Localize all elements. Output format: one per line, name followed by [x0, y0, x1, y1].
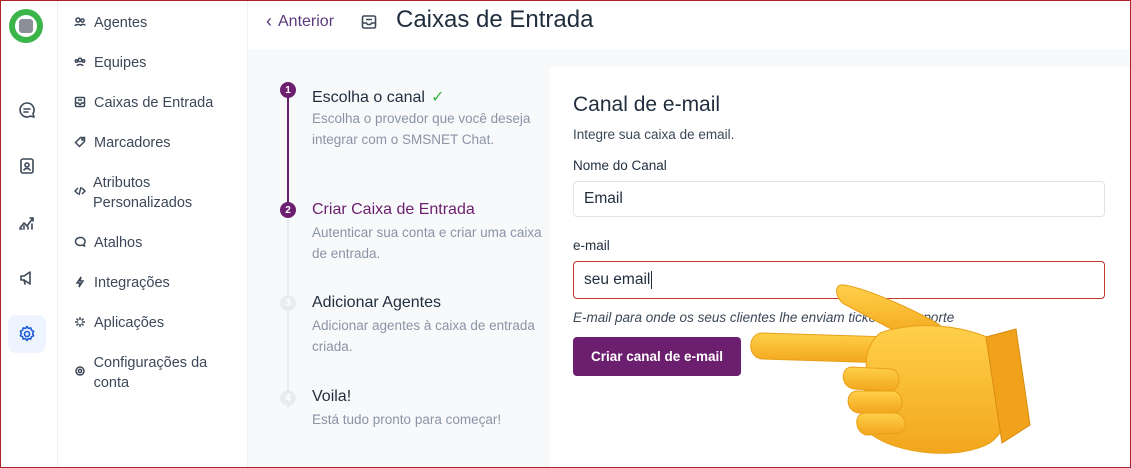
sidebar-item-label: Marcadores: [94, 135, 171, 151]
sidebar-item-integracoes[interactable]: Integrações: [74, 273, 242, 293]
channel-name-value: Email: [584, 190, 623, 207]
sidebar-item-atributos-personalizados[interactable]: Atributos Personalizados: [74, 173, 242, 213]
check-icon: ✓: [430, 89, 445, 106]
step-connector-done: [287, 91, 289, 211]
step-1-badge: 1: [280, 82, 296, 98]
create-email-channel-button[interactable]: Criar canal de e-mail: [573, 337, 741, 376]
code-icon: [74, 173, 87, 197]
settings-icon[interactable]: [8, 315, 46, 353]
reports-icon[interactable]: [8, 203, 46, 241]
sidebar-item-caixas-de-entrada[interactable]: Caixas de Entrada: [74, 93, 242, 113]
text-cursor: [651, 271, 653, 289]
step-3-badge: 3: [280, 295, 296, 311]
app-logo[interactable]: [9, 9, 43, 43]
sidebar-item-label: Integrações: [94, 275, 170, 291]
sidebar-item-label: Caixas de Entrada: [94, 95, 214, 111]
page-title: Caixas de Entrada: [396, 6, 594, 33]
step-3-title: Adicionar Agentes: [312, 294, 441, 311]
form-subtitle: Integre sua caixa de email.: [573, 127, 735, 142]
sidebar-item-atalhos[interactable]: Atalhos: [74, 233, 242, 253]
gear-icon: [74, 353, 88, 377]
inbox-icon: [360, 13, 378, 31]
settings-sidebar: Agentes Equipes Caixas de Entrada Marcad…: [58, 1, 248, 467]
step-4-badge: 4: [280, 390, 296, 406]
step-2-badge: 2: [280, 202, 296, 218]
bolt-icon: [74, 273, 88, 288]
sidebar-item-label: Aplicações: [94, 315, 165, 331]
sidebar-item-agentes[interactable]: Agentes: [74, 13, 242, 33]
step-connector-pending: [287, 219, 289, 409]
team-icon: [74, 53, 88, 68]
back-button[interactable]: ‹ Anterior: [266, 11, 334, 32]
chevron-left-icon: ‹: [266, 11, 272, 31]
step-3-description: Adicionar agentes à caixa de entrada cri…: [312, 318, 535, 354]
sidebar-item-label: Atributos Personalizados: [93, 175, 193, 211]
sparkle-icon: [74, 313, 88, 328]
email-value: seu email: [584, 271, 651, 288]
sidebar-item-label: Agentes: [94, 15, 148, 31]
step-1-title: Escolha o canal ✓: [312, 89, 445, 106]
sidebar-item-label: Atalhos: [94, 235, 143, 251]
campaigns-icon[interactable]: [8, 259, 46, 297]
sidebar-item-label: Configurações da conta: [93, 355, 208, 391]
channel-name-label: Nome do Canal: [573, 158, 667, 173]
inbox-icon: [74, 93, 88, 108]
step-1-description: Escolha o provedor que você deseja integ…: [312, 111, 531, 147]
step-4-title: Voila!: [312, 388, 352, 405]
sidebar-item-label: Equipes: [94, 55, 147, 71]
back-label: Anterior: [278, 12, 335, 30]
icon-rail: [1, 1, 58, 467]
conversations-icon[interactable]: [8, 91, 46, 129]
contacts-icon[interactable]: [8, 147, 46, 185]
chat-icon: [74, 233, 88, 248]
people-icon: [74, 13, 88, 28]
sidebar-item-marcadores[interactable]: Marcadores: [74, 133, 242, 153]
sidebar-item-aplicacoes[interactable]: Aplicações: [74, 313, 242, 333]
step-2-title: Criar Caixa de Entrada: [312, 201, 475, 218]
email-label: e-mail: [573, 238, 610, 253]
channel-name-input[interactable]: Email: [573, 181, 1105, 217]
sidebar-item-equipes[interactable]: Equipes: [74, 53, 242, 73]
page-header: ‹ Anterior Caixas de Entrada: [248, 1, 1130, 49]
step-4-description: Está tudo pronto para começar!: [312, 412, 502, 427]
sidebar-item-configuracoes-da-conta[interactable]: Configurações da conta: [74, 353, 242, 393]
pointing-hand-icon: [740, 275, 1040, 460]
form-title: Canal de e-mail: [573, 93, 721, 116]
step-2-description: Autenticar sua conta e criar uma caixa d…: [312, 225, 542, 261]
tag-icon: [74, 133, 88, 148]
wizard-steps: 1 Escolha o canal ✓ Escolha o provedor qu…: [248, 49, 548, 467]
